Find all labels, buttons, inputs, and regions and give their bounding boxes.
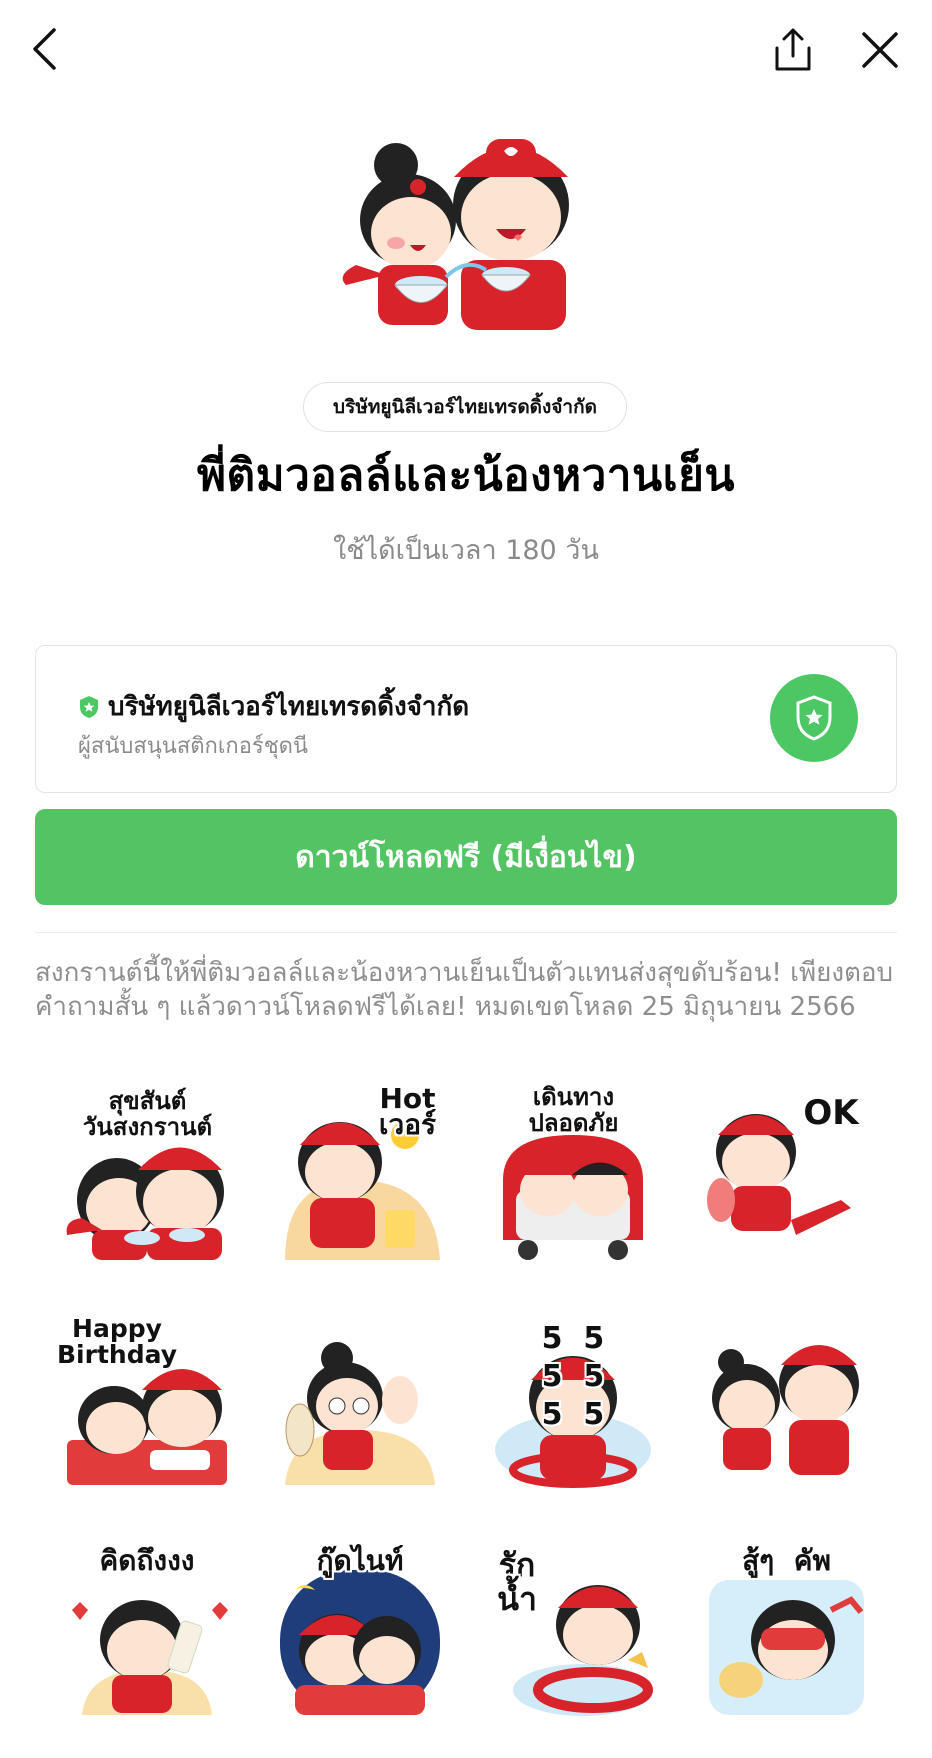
sticker-caption: คิดถึงงง <box>99 1544 195 1577</box>
sticker-caption: Happy Birthday <box>57 1314 177 1369</box>
sticker-caption: OK <box>803 1093 859 1133</box>
validity-text: ใช้ได้เป็นเวลา 180 วัน <box>333 535 599 566</box>
download-button[interactable]: ดาวน์โหลดฟรี (มีเงื่อนไข) <box>35 809 897 905</box>
sticker-caption: รัก น้ำ <box>497 1546 537 1618</box>
top-bar <box>0 0 932 100</box>
chevron-left-icon[interactable] <box>20 22 70 76</box>
sticker-item[interactable]: คิดถึงงง <box>52 1540 242 1730</box>
sponsor-name-row: บริษัทยูนิลีเวอร์ไทยเทรดดิ้งจำกัด <box>78 686 469 727</box>
sticker-caption: เดินทาง ปลอดภัย <box>528 1083 619 1137</box>
sponsor-card[interactable]: บริษัทยูนิลีเวอร์ไทยเทรดดิ้งจำกัด ผู้สนั… <box>35 645 897 793</box>
sticker-item[interactable]: รัก น้ำ <box>478 1540 668 1730</box>
sticker-title: พี่ติมวอลล์และน้องหวานเย็น <box>197 450 735 501</box>
sticker-caption: สู้ๆ คัพ <box>742 1544 831 1577</box>
sticker-item[interactable] <box>265 1310 455 1500</box>
sticker-item[interactable]: สุขสันต์ วันสงกรานต์ <box>52 1080 242 1270</box>
sponsor-badge-icon <box>770 674 858 762</box>
sticker-item[interactable]: สู้ๆ คัพ <box>691 1540 881 1730</box>
sticker-item[interactable]: Hot เวอร์ <box>265 1080 455 1270</box>
sponsor-subtitle: ผู้สนับสนุนสติกเกอร์ชุดนี <box>78 734 308 759</box>
shield-icon <box>78 695 100 719</box>
main-sticker-image <box>326 125 606 335</box>
sticker-caption: 5 5 5 5 5 5 <box>541 1321 605 1432</box>
share-icon[interactable] <box>765 22 821 78</box>
description-text: สงกรานต์นี้ให้พี่ติมวอลล์และน้องหวานเย็น… <box>35 958 894 1022</box>
sticker-item[interactable]: Happy Birthday <box>52 1310 242 1500</box>
sticker-caption: สุขสันต์ วันสงกรานต์ <box>82 1087 213 1141</box>
sticker-item[interactable]: 5 5 5 5 5 5 <box>478 1310 668 1500</box>
sticker-caption: กู๊ดไนท์ <box>316 1544 404 1577</box>
sponsor-name: บริษัทยูนิลีเวอร์ไทยเทรดดิ้งจำกัด <box>108 692 470 722</box>
sticker-item[interactable] <box>691 1310 881 1500</box>
sticker-caption: Hot เวอร์ <box>378 1082 437 1141</box>
sticker-item[interactable]: OK <box>691 1080 881 1270</box>
sticker-item[interactable]: กู๊ดไนท์ <box>265 1540 455 1730</box>
divider <box>35 932 897 933</box>
close-icon[interactable] <box>852 22 908 78</box>
sticker-item[interactable]: เดินทาง ปลอดภัย <box>478 1080 668 1270</box>
author-link[interactable]: บริษัทยูนิลีเวอร์ไทยเทรดดิ้งจำกัด <box>303 382 627 432</box>
